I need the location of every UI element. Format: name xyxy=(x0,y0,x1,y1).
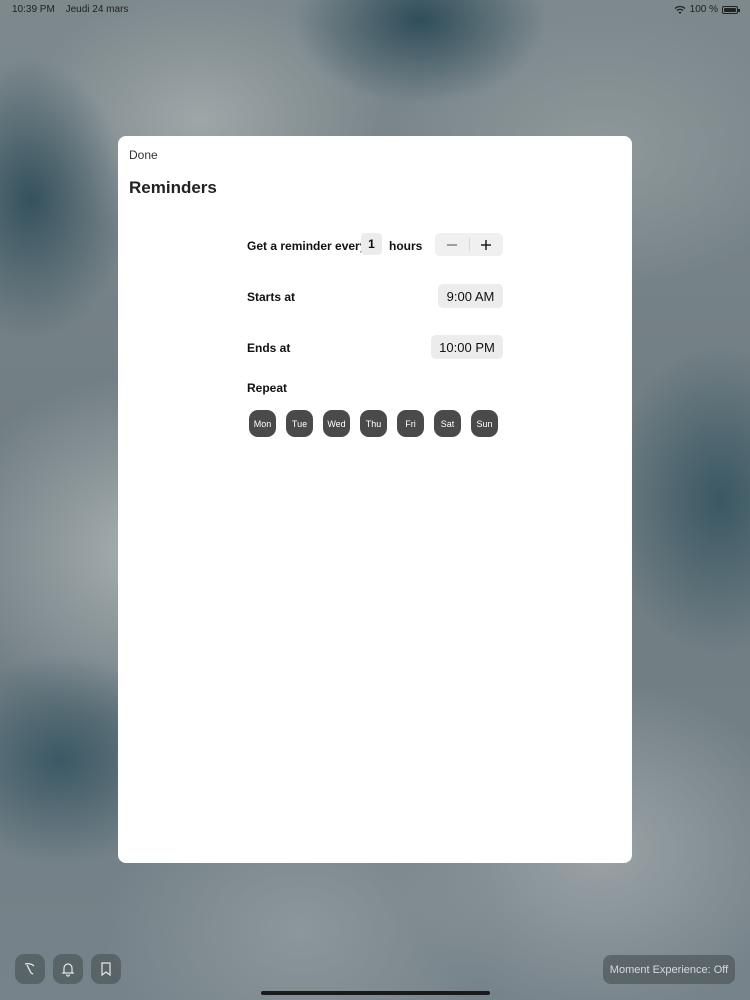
bell-button[interactable] xyxy=(53,954,83,984)
battery-icon xyxy=(722,5,740,14)
end-time-button[interactable]: 10:00 PM xyxy=(431,335,503,359)
home-indicator[interactable] xyxy=(261,991,490,995)
brush-icon xyxy=(24,962,35,975)
starts-at-label: Starts at xyxy=(247,290,296,304)
done-button[interactable]: Done xyxy=(129,148,158,162)
battery-text: 100 % xyxy=(689,4,718,15)
repeat-days: Mon Tue Wed Thu Fri Sat Sun xyxy=(249,410,498,437)
page-title: Reminders xyxy=(129,178,217,197)
moment-experience-toggle[interactable]: Moment Experience: Off xyxy=(603,955,735,984)
reminder-prefix-label: Get a reminder every xyxy=(247,239,367,253)
repeat-label: Repeat xyxy=(247,381,288,395)
reminder-unit-label: hours xyxy=(389,239,423,253)
bookmark-icon xyxy=(101,962,111,977)
status-date: Jeudi 24 mars xyxy=(65,4,129,15)
status-bar: 10:39 PM Jeudi 24 mars 100 % xyxy=(0,0,750,18)
decrement-button[interactable] xyxy=(435,233,469,256)
start-time-button[interactable]: 9:00 AM xyxy=(438,284,503,308)
day-thu-button[interactable]: Thu xyxy=(360,410,387,437)
day-sat-button[interactable]: Sat xyxy=(434,410,461,437)
plus-icon xyxy=(481,239,492,250)
reminder-interval-value[interactable]: 1 xyxy=(361,233,382,255)
minus-icon xyxy=(446,243,457,246)
bell-icon xyxy=(61,963,75,977)
increment-button[interactable] xyxy=(470,233,504,256)
reminders-modal: Done Reminders Get a reminder every 1 ho… xyxy=(118,136,632,863)
status-time: 10:39 PM xyxy=(12,4,55,15)
interval-stepper xyxy=(435,233,503,256)
ends-at-label: Ends at xyxy=(247,341,291,355)
wifi-icon xyxy=(674,5,686,14)
bookmark-button[interactable] xyxy=(91,954,121,984)
day-fri-button[interactable]: Fri xyxy=(397,410,424,437)
day-sun-button[interactable]: Sun xyxy=(471,410,498,437)
day-wed-button[interactable]: Wed xyxy=(323,410,350,437)
day-mon-button[interactable]: Mon xyxy=(249,410,276,437)
brush-button[interactable] xyxy=(15,954,45,984)
day-tue-button[interactable]: Tue xyxy=(286,410,313,437)
